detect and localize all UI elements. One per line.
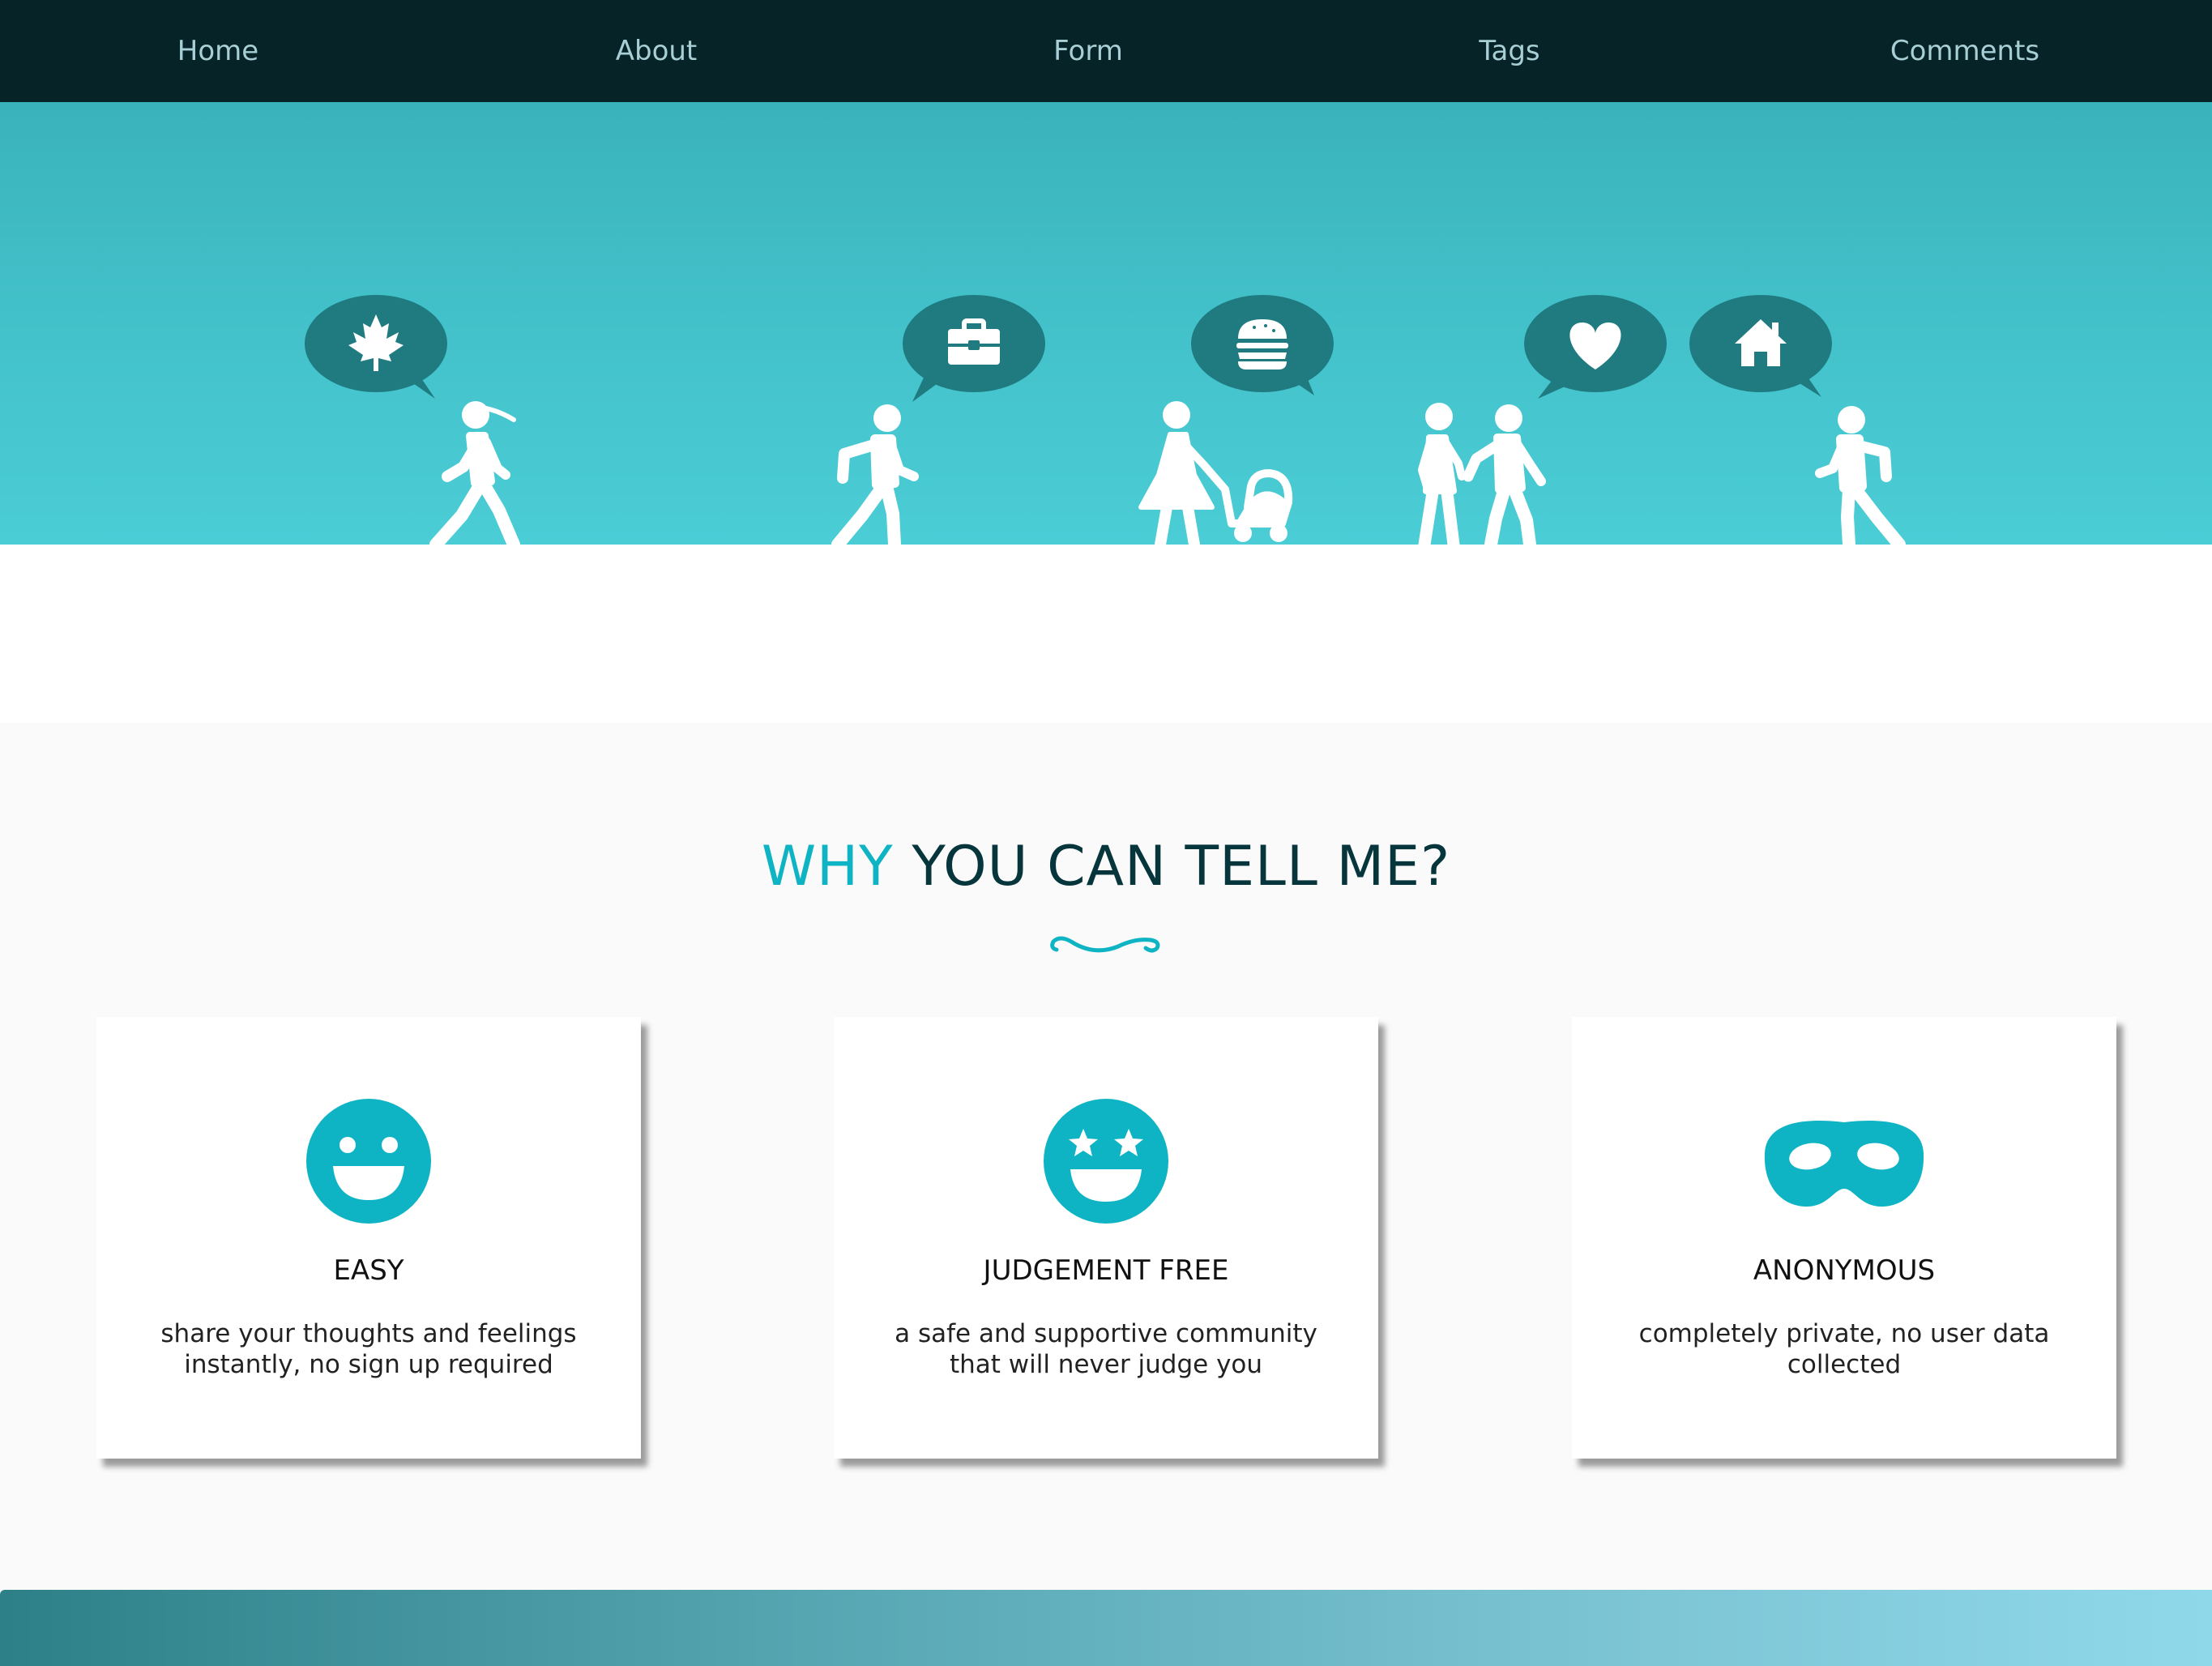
walking-person-figure bbox=[1815, 406, 1906, 545]
squiggle-divider bbox=[1050, 936, 1160, 953]
top-navigation: Home About Form Tags Comments bbox=[0, 0, 2212, 102]
couple-figure bbox=[1418, 403, 1546, 545]
walking-woman-figure bbox=[429, 401, 520, 545]
hero-white-band bbox=[0, 545, 2212, 723]
section-title-accent: WHY bbox=[761, 835, 894, 899]
section-title: WHY YOU CAN TELL ME? bbox=[0, 835, 2212, 899]
feature-description-line2: that will never judge you bbox=[949, 1350, 1263, 1379]
feature-card-easy: EASY share your thoughts and feelings in… bbox=[96, 1017, 641, 1459]
burger-bubble bbox=[1191, 295, 1334, 395]
nav-home-link[interactable]: Home bbox=[177, 0, 258, 102]
hero-illustration bbox=[305, 295, 1906, 545]
feature-description-line2: collected bbox=[1787, 1350, 1902, 1379]
feature-card-judgement-free: JUDGEMENT FREE a safe and supportive com… bbox=[834, 1017, 1378, 1459]
walking-man-figure bbox=[831, 404, 919, 545]
feature-title: JUDGEMENT FREE bbox=[983, 1254, 1229, 1287]
feature-description-line1: a safe and supportive community bbox=[895, 1319, 1317, 1348]
feature-description-line1: completely private, no user data bbox=[1638, 1319, 2050, 1348]
nav-about-link[interactable]: About bbox=[616, 0, 698, 102]
burger-icon bbox=[1236, 319, 1288, 370]
maple-leaf-bubble bbox=[305, 295, 447, 399]
feature-title: ANONYMOUS bbox=[1753, 1254, 1936, 1287]
feature-card-anonymous: ANONYMOUS completely private, no user da… bbox=[1572, 1017, 2116, 1459]
star-struck-face-icon bbox=[1044, 1099, 1168, 1224]
feature-description-line1: share your thoughts and feelings bbox=[160, 1319, 577, 1348]
nav-comments-link[interactable]: Comments bbox=[1890, 0, 2039, 102]
feature-description-line2: instantly, no sign up required bbox=[184, 1350, 553, 1379]
nav-tags-link[interactable]: Tags bbox=[1479, 0, 1539, 102]
woman-with-stroller-figure bbox=[1138, 401, 1293, 545]
briefcase-bubble bbox=[903, 295, 1045, 402]
heart-bubble bbox=[1524, 295, 1667, 399]
section-title-rest: YOU CAN TELL ME? bbox=[912, 835, 1451, 899]
mask-icon bbox=[1764, 1120, 1924, 1207]
house-bubble bbox=[1689, 295, 1832, 397]
feature-title: EASY bbox=[333, 1254, 404, 1287]
footer-gradient-band bbox=[0, 1590, 2212, 1666]
nav-form-link[interactable]: Form bbox=[1053, 0, 1123, 102]
grinning-face-icon bbox=[306, 1099, 431, 1224]
hero-banner bbox=[0, 102, 2212, 545]
